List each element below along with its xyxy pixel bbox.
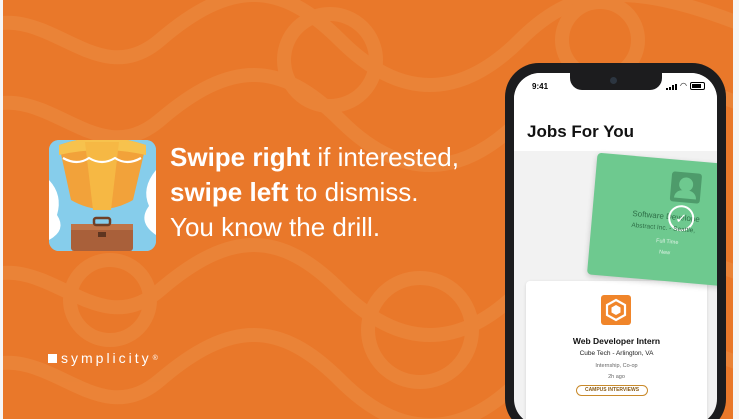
left-edge xyxy=(0,0,3,419)
status-time: 9:41 xyxy=(532,82,549,91)
swiped-job-posted: New xyxy=(658,249,671,257)
person-icon xyxy=(669,171,703,204)
campus-interviews-badge: CAMPUS INTERVIEWS xyxy=(576,385,648,396)
brand-square-mark xyxy=(48,353,57,363)
status-icons: ◠ xyxy=(666,82,705,90)
registered-mark: ® xyxy=(152,354,158,362)
right-edge xyxy=(733,0,739,419)
job-type: Internship, Co-op xyxy=(595,363,638,369)
job-posted: 2h ago xyxy=(608,374,625,380)
job-title: Web Developer Intern xyxy=(572,336,661,346)
headline-line-1: Swipe right if interested, xyxy=(170,140,490,175)
phone-screen: 9:41 ◠ Jobs For You Web Developer Intern… xyxy=(514,73,717,419)
symplicity-logo: symplicity ® xyxy=(48,350,158,366)
swiped-job-type: Full Time xyxy=(655,238,679,247)
hot-air-balloon-icon xyxy=(49,140,156,251)
headline-swipe-left: swipe left xyxy=(170,177,289,207)
headline-swipe-left-rest: to dismiss. xyxy=(288,177,419,207)
job-card[interactable]: Web Developer Intern Cube Tech - Arlingt… xyxy=(526,281,707,419)
swiped-job-card[interactable]: Software Develope ✓ Abstract Inc. - Seat… xyxy=(586,152,717,288)
headline: Swipe right if interested, swipe left to… xyxy=(170,140,490,245)
promo-banner: Swipe right if interested, swipe left to… xyxy=(0,0,739,419)
swiped-job-company: Abstract Inc. - Seattle, xyxy=(631,221,696,235)
signal-icon xyxy=(666,84,678,90)
page-title: Jobs For You xyxy=(527,122,635,141)
headline-swipe-right-rest: if interested, xyxy=(310,142,459,172)
camera-icon xyxy=(610,77,617,84)
headline-line-2: swipe left to dismiss. xyxy=(170,175,490,210)
job-company: Cube Tech - Arlington, VA xyxy=(579,350,654,357)
hexagon-cube-icon xyxy=(601,295,631,325)
brand-name: symplicity xyxy=(61,350,152,366)
phone-mockup: 9:41 ◠ Jobs For You Web Developer Intern… xyxy=(505,63,726,419)
headline-swipe-right: Swipe right xyxy=(170,142,311,172)
wifi-icon: ◠ xyxy=(680,81,687,90)
battery-icon xyxy=(690,82,705,90)
headline-line-3: You know the drill. xyxy=(170,212,381,242)
